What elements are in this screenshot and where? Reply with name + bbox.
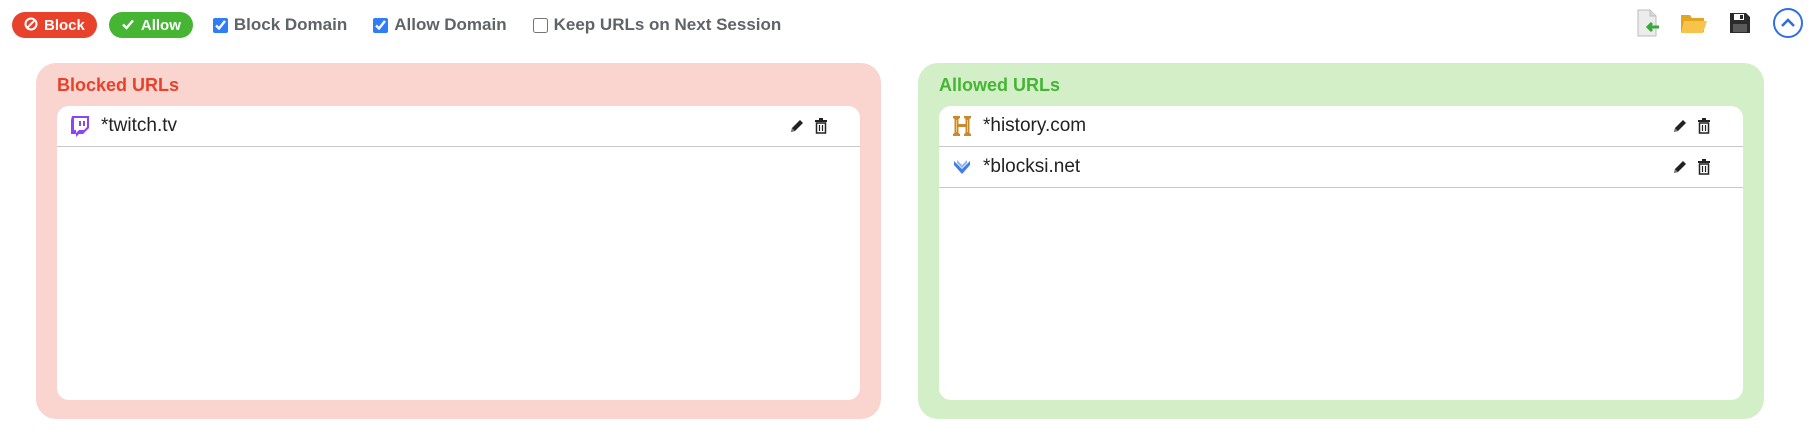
list-item[interactable]: *history.com xyxy=(939,106,1743,147)
url-text: *twitch.tv xyxy=(101,115,178,136)
edit-pencil-icon[interactable] xyxy=(1671,158,1689,176)
import-file-icon[interactable] xyxy=(1633,8,1663,38)
toolbar: Block Allow Block Domain Allow Domain Ke… xyxy=(12,10,799,40)
allow-domain-checkbox[interactable]: Allow Domain xyxy=(373,15,507,35)
allowed-urls-title: Allowed URLs xyxy=(939,75,1061,95)
check-icon xyxy=(121,17,135,34)
keep-urls-checkbox[interactable]: Keep URLs on Next Session xyxy=(532,15,782,35)
row-actions xyxy=(1665,106,1713,146)
list-item[interactable]: *twitch.tv xyxy=(57,106,860,147)
blocked-urls-title: Blocked URLs xyxy=(57,75,180,95)
delete-trash-icon[interactable] xyxy=(812,117,830,135)
block-domain-check[interactable] xyxy=(212,17,228,33)
block-button[interactable]: Block xyxy=(12,12,97,38)
twitch-icon xyxy=(69,115,91,137)
blocked-urls-list: *twitch.tv xyxy=(57,106,860,400)
ban-icon xyxy=(24,17,38,34)
row-actions xyxy=(1665,147,1713,187)
blocksi-icon xyxy=(951,156,973,178)
list-item[interactable]: *blocksi.net xyxy=(939,147,1743,188)
collapse-up-icon[interactable] xyxy=(1773,8,1803,38)
allowed-urls-panel: Allowed URLs *history.com *blocksi.net xyxy=(918,63,1764,419)
blocked-urls-panel: Blocked URLs *twitch.tv xyxy=(36,63,881,419)
delete-trash-icon[interactable] xyxy=(1695,158,1713,176)
allow-button-label: Allow xyxy=(140,16,181,34)
block-button-label: Block xyxy=(44,16,85,34)
allowed-urls-list: *history.com *blocksi.net xyxy=(939,106,1743,400)
history-h-icon xyxy=(951,115,973,137)
keep-urls-check[interactable] xyxy=(532,17,548,33)
url-text: *history.com xyxy=(983,115,1087,136)
tool-icons xyxy=(1617,8,1803,38)
allow-domain-label: Allow Domain xyxy=(394,15,507,34)
save-icon[interactable] xyxy=(1725,8,1755,38)
block-domain-checkbox[interactable]: Block Domain xyxy=(212,15,348,35)
url-text: *blocksi.net xyxy=(983,156,1081,177)
keep-urls-label: Keep URLs on Next Session xyxy=(553,15,782,34)
edit-pencil-icon[interactable] xyxy=(788,117,806,135)
row-actions xyxy=(782,106,830,146)
open-folder-icon[interactable] xyxy=(1679,8,1709,38)
allow-button[interactable]: Allow xyxy=(108,12,193,38)
delete-trash-icon[interactable] xyxy=(1695,117,1713,135)
block-domain-label: Block Domain xyxy=(233,15,348,34)
allow-domain-check[interactable] xyxy=(373,17,389,33)
edit-pencil-icon[interactable] xyxy=(1671,117,1689,135)
